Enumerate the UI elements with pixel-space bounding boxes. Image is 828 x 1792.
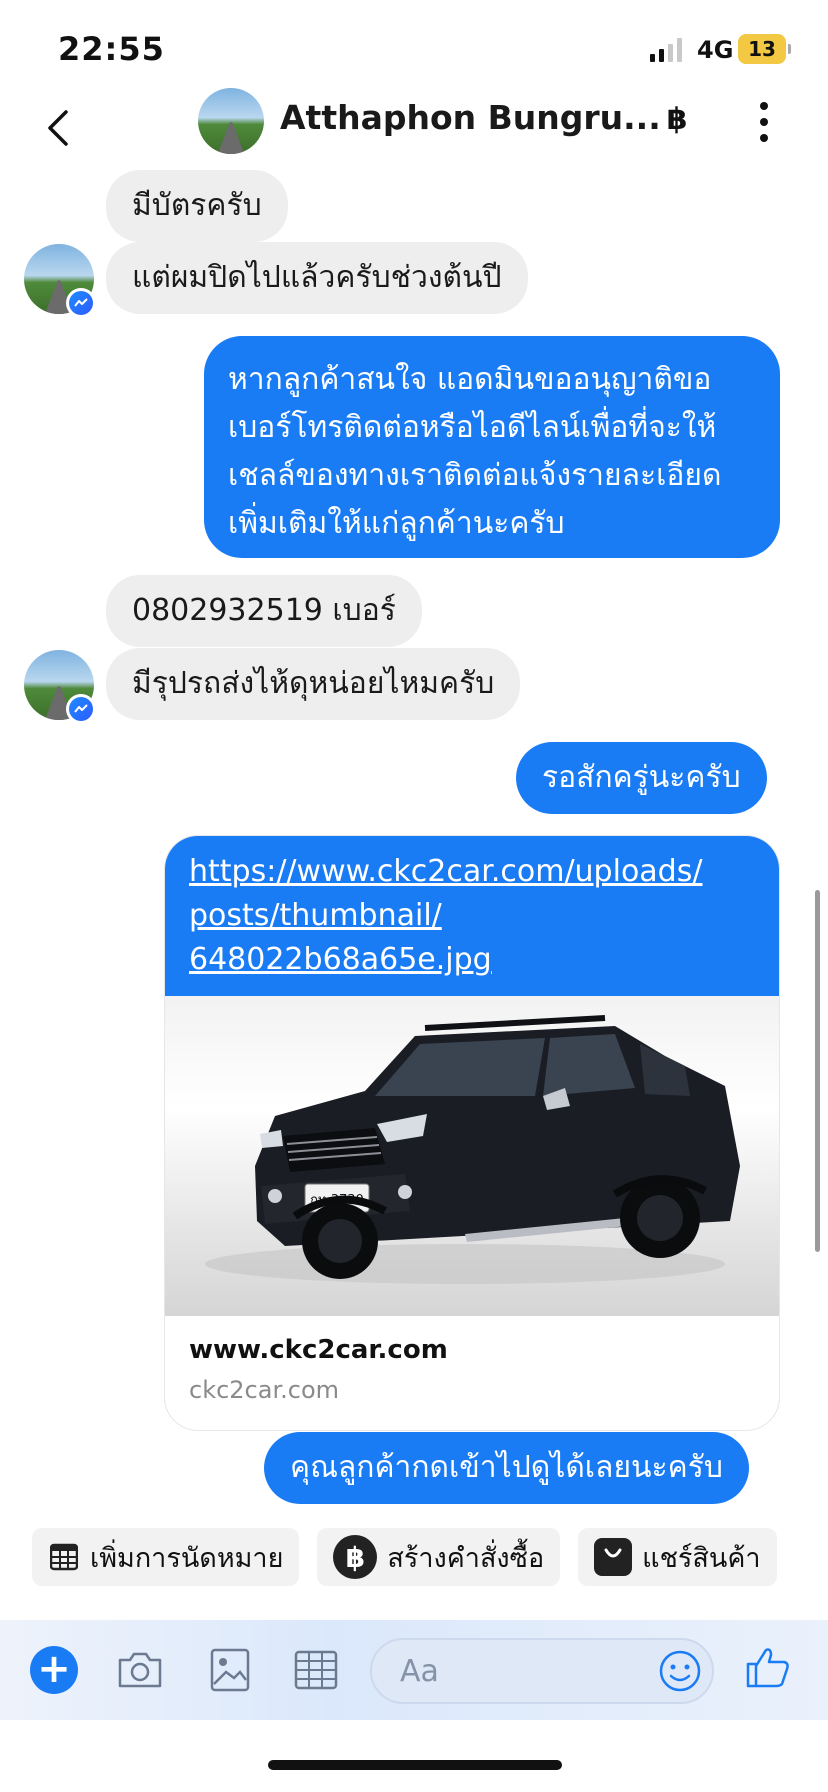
calendar-grid-icon[interactable]: [292, 1646, 340, 1694]
message-text: แต่ผมปิดไปแล้วครับช่วงต้นปี: [132, 260, 502, 295]
incoming-message: 0802932519 เบอร์: [106, 575, 422, 647]
battery-level: 13: [748, 37, 776, 61]
message-text: รอสักครู่นะครับ: [542, 760, 741, 795]
baht-icon[interactable]: ฿: [662, 102, 692, 137]
outgoing-message: รอสักครู่นะครับ: [516, 742, 767, 814]
signal-icon: [650, 38, 682, 62]
link-meta[interactable]: www.ckc2car.com ckc2car.com: [165, 1316, 779, 1424]
quick-action-share-product[interactable]: แชร์สินค้า: [578, 1528, 777, 1586]
message-input-placeholder: Aa: [400, 1654, 439, 1689]
scroll-indicator[interactable]: [815, 890, 820, 1252]
outgoing-message: หากลูกค้าสนใจ แอดมินขออนุญาติขอ เบอร์โทร…: [204, 336, 780, 558]
shopping-bag-icon: [594, 1538, 633, 1576]
message-line: เบอร์โทรติดต่อหรือไอดีไลน์เพื่อที่จะให้: [228, 410, 717, 445]
incoming-message: มีบัตรครับ: [106, 170, 288, 242]
message-text: คุณลูกค้ากดเข้าไปดูได้เลยนะครับ: [290, 1450, 723, 1485]
message-line: เพิ่มเติมให้แก่ลูกค้านะครับ: [228, 506, 565, 541]
status-bar: 22:55 4G 13: [0, 0, 828, 92]
thumbs-up-icon[interactable]: [744, 1644, 792, 1692]
incoming-message: แต่ผมปิดไปแล้วครับช่วงต้นปี: [106, 242, 528, 314]
incoming-message: มีรุปรถส่งไห้ดุหน่อยไหมครับ: [106, 648, 521, 720]
message-input[interactable]: Aa: [370, 1638, 714, 1704]
quick-action-create-order[interactable]: ฿ สร้างคำสั่งซื้อ: [317, 1528, 561, 1586]
contact-name[interactable]: Atthaphon Bungru...: [280, 98, 661, 137]
network-type: 4G: [697, 36, 734, 64]
quick-action-label: เพิ่มการนัดหมาย: [90, 1542, 284, 1574]
link-url-line[interactable]: posts/thumbnail/: [189, 894, 755, 938]
message-text: 0802932519 เบอร์: [132, 593, 396, 628]
emoji-icon[interactable]: [658, 1649, 702, 1693]
message-line: หากลูกค้าสนใจ แอดมินขออนุญาติขอ: [228, 362, 712, 397]
home-indicator[interactable]: [268, 1760, 562, 1770]
quick-actions-row: เพิ่มการนัดหมาย ฿ สร้างคำสั่งซื้อ แชร์สิ…: [32, 1528, 777, 1586]
more-options-icon[interactable]: [756, 102, 772, 142]
link-url-line[interactable]: https://www.ckc2car.com/uploads/: [189, 850, 755, 894]
message-text: มีบัตรครับ: [132, 188, 262, 223]
plus-icon[interactable]: +: [30, 1646, 78, 1694]
camera-icon[interactable]: [116, 1646, 164, 1694]
message-composer: + Aa: [0, 1620, 828, 1720]
car-photo[interactable]: กท 3730: [165, 996, 779, 1316]
message-text: มีรุปรถส่งไห้ดุหน่อยไหมครับ: [132, 666, 495, 701]
quick-action-label: สร้างคำสั่งซื้อ: [387, 1542, 545, 1574]
outgoing-message: คุณลูกค้ากดเข้าไปดูได้เลยนะครับ: [264, 1432, 749, 1504]
messenger-badge-icon: [66, 288, 96, 318]
gallery-icon[interactable]: [206, 1646, 254, 1694]
messenger-badge-icon: [66, 694, 96, 724]
contact-avatar[interactable]: [198, 88, 264, 154]
link-title[interactable]: www.ckc2car.com: [189, 1330, 755, 1370]
calendar-grid-icon: [48, 1541, 80, 1573]
link-url[interactable]: https://www.ckc2car.com/uploads/ posts/t…: [165, 836, 779, 996]
chat-header: Atthaphon Bungru... ฿: [0, 80, 828, 176]
back-chevron-icon[interactable]: [40, 106, 80, 150]
battery-icon: 13: [738, 34, 791, 64]
baht-circle-icon: ฿: [333, 1535, 378, 1579]
link-domain: ckc2car.com: [189, 1376, 340, 1404]
message-line: เชลล์ของทางเราติดต่อแจ้งรายละเอียด: [228, 458, 722, 493]
clock: 22:55: [58, 30, 165, 68]
quick-action-appointment[interactable]: เพิ่มการนัดหมาย: [32, 1528, 300, 1586]
link-preview-card[interactable]: https://www.ckc2car.com/uploads/ posts/t…: [164, 835, 780, 1431]
link-url-line[interactable]: 648022b68a65e.jpg: [189, 938, 755, 982]
quick-action-label: แชร์สินค้า: [642, 1542, 761, 1574]
